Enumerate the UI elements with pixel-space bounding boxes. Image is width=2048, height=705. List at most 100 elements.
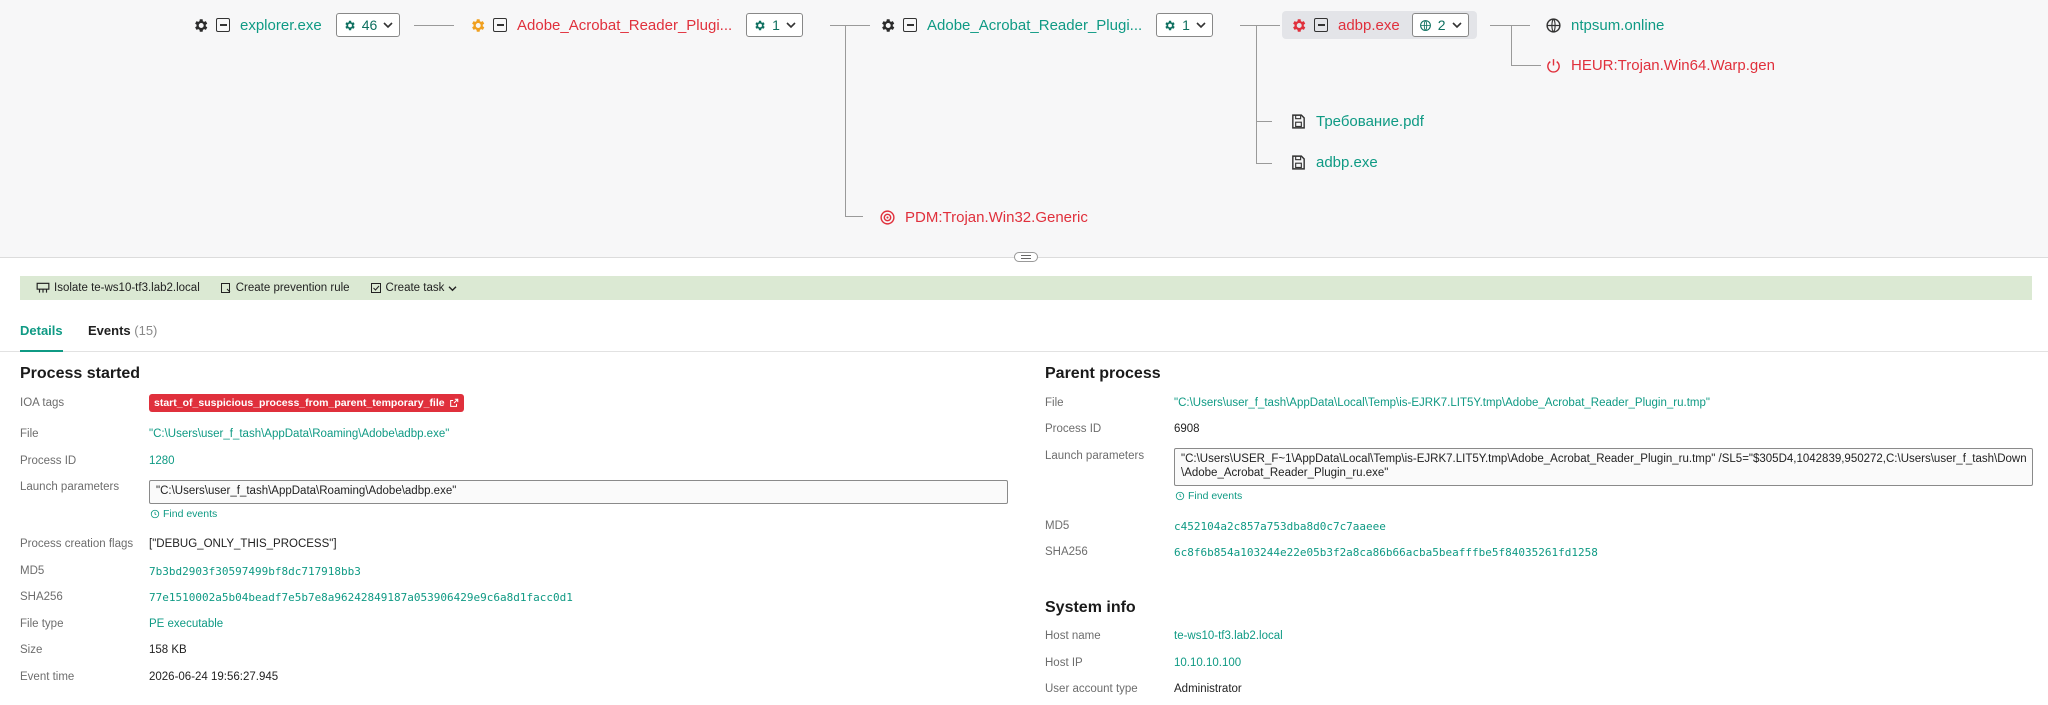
action-bar: Isolate te-ws10-tf3.lab2.local Create pr… xyxy=(20,276,2032,300)
clock-icon xyxy=(1175,491,1185,501)
gear-icon xyxy=(877,15,897,35)
tree-node-adobe-plugin-1[interactable]: Adobe_Acrobat_Reader_Plugi... 1 xyxy=(467,12,803,38)
host-name-value[interactable]: te-ws10-tf3.lab2.local xyxy=(1174,630,1283,642)
node-label[interactable]: adbp.exe xyxy=(1338,17,1400,34)
isolate-label: Isolate te-ws10-tf3.lab2.local xyxy=(54,282,200,294)
parent-launch-field[interactable]: "C:\Users\USER_F~1\AppData\Local\Temp\is… xyxy=(1174,448,2033,486)
find-events-link[interactable]: Find events xyxy=(150,508,217,520)
parent-find-events-link[interactable]: Find events xyxy=(1175,490,1242,502)
host-name-label: Host name xyxy=(1045,630,1101,642)
node-label[interactable]: ntpsum.online xyxy=(1571,17,1664,34)
tree-node-adbp-selected[interactable]: adbp.exe 2 xyxy=(1282,11,1477,39)
launch-parameters-field[interactable]: "C:\Users\user_f_tash\AppData\Roaming\Ad… xyxy=(149,480,1008,504)
parent-md5-label: MD5 xyxy=(1045,520,1070,532)
tab-events-label: Events xyxy=(88,323,131,338)
tab-details[interactable]: Details xyxy=(20,323,63,352)
tree-node-pdf[interactable]: Требование.pdf xyxy=(1288,108,1424,134)
gear-icon xyxy=(755,20,765,30)
parent-md5-value[interactable]: c452104a2c857a753dba8d0c7c7aaeee xyxy=(1174,520,1386,533)
ioa-tag-text: start_of_suspicious_process_from_parent_… xyxy=(154,397,445,409)
file-value[interactable]: "C:\Users\user_f_tash\AppData\Roaming\Ad… xyxy=(149,428,449,440)
gear-icon xyxy=(190,15,210,35)
file-type-label: File type xyxy=(20,618,64,630)
chevron-down-icon xyxy=(1451,22,1462,29)
creation-flags-label: Process creation flags xyxy=(20,538,134,550)
globe-icon xyxy=(1543,15,1563,35)
ioa-tags-label: IOA tags xyxy=(20,397,65,409)
tree-node-ntpsum[interactable]: ntpsum.online xyxy=(1543,12,1664,38)
sha256-label: SHA256 xyxy=(20,591,63,603)
node-label[interactable]: Adobe_Acrobat_Reader_Plugi... xyxy=(517,17,732,34)
target-icon xyxy=(877,207,897,227)
file-type-value[interactable]: PE executable xyxy=(149,618,223,630)
parent-pid-label: Process ID xyxy=(1045,423,1102,435)
rule-icon xyxy=(220,283,231,293)
parent-file-label: File xyxy=(1045,397,1064,409)
host-ip-label: Host IP xyxy=(1045,657,1083,669)
prevention-label: Create prevention rule xyxy=(235,282,350,294)
connector xyxy=(1511,25,1512,65)
node-label[interactable]: PDM:Trojan.Win32.Generic xyxy=(905,209,1088,226)
node-label[interactable]: Требование.pdf xyxy=(1316,113,1424,130)
checkbox-icon xyxy=(370,283,381,293)
event-time-value: 2026-06-24 19:56:27.945 xyxy=(149,671,279,683)
host-ip-value[interactable]: 10.10.10.100 xyxy=(1174,657,1241,669)
child-count-dropdown[interactable]: 1 xyxy=(1156,13,1213,37)
ioa-tag[interactable]: start_of_suspicious_process_from_parent_… xyxy=(149,394,464,412)
parent-file-value[interactable]: "C:\Users\user_f_tash\AppData\Local\Temp… xyxy=(1174,397,1710,409)
tree-node-pdm-trojan[interactable]: PDM:Trojan.Win32.Generic xyxy=(877,204,1088,230)
sha256-value[interactable]: 77e1510002a5b04beadf7e5b7e8a96242849187a… xyxy=(149,591,573,604)
account-type-value: Administrator xyxy=(1174,683,1242,695)
child-count-dropdown[interactable]: 46 xyxy=(335,13,401,37)
find-events-label: Find events xyxy=(163,508,218,520)
isolate-button[interactable]: Isolate te-ws10-tf3.lab2.local xyxy=(36,282,200,294)
chevron-down-icon xyxy=(383,22,393,29)
md5-value[interactable]: 7b3bd2903f30597499bf8dc717918bb3 xyxy=(149,565,361,578)
node-label[interactable]: HEUR:Trojan.Win64.Warp.gen xyxy=(1571,57,1775,74)
section-title: Parent process xyxy=(1045,365,1161,382)
count-value: 1 xyxy=(772,17,780,33)
process-id-value[interactable]: 1280 xyxy=(149,455,175,467)
tree-node-adbp-file[interactable]: adbp.exe xyxy=(1288,149,1378,175)
tab-events[interactable]: Events (15) xyxy=(88,323,157,352)
section-title: Process started xyxy=(20,365,141,382)
child-count-dropdown[interactable]: 1 xyxy=(746,13,803,37)
tree-node-heur-trojan[interactable]: HEUR:Trojan.Win64.Warp.gen xyxy=(1543,52,1775,78)
child-count-dropdown[interactable]: 2 xyxy=(1411,13,1469,37)
connector xyxy=(845,216,863,217)
parent-launch-label: Launch parameters xyxy=(1045,450,1145,462)
node-label[interactable]: Adobe_Acrobat_Reader_Plugi... xyxy=(927,17,1142,34)
parent-sha256-value[interactable]: 6c8f6b854a103244e22e05b3f2a8ca86b66acba5… xyxy=(1174,546,1598,559)
resize-handle[interactable] xyxy=(1014,252,1038,262)
collapse-icon[interactable] xyxy=(903,18,917,32)
node-label[interactable]: adbp.exe xyxy=(1316,154,1378,171)
count-value: 1 xyxy=(1182,17,1190,33)
create-prevention-rule-button[interactable]: Create prevention rule xyxy=(220,282,350,294)
external-link-icon xyxy=(449,398,458,407)
collapse-icon[interactable] xyxy=(493,18,507,32)
connector xyxy=(414,25,454,26)
file-save-icon xyxy=(1288,111,1308,131)
gear-icon xyxy=(1288,15,1308,35)
node-label[interactable]: explorer.exe xyxy=(240,17,322,34)
find-events-label: Find events xyxy=(1188,490,1243,502)
process-tree: explorer.exe 46 Adobe_Acrobat_Reader_Plu… xyxy=(0,0,2048,258)
globe-icon xyxy=(1419,19,1431,31)
creation-flags-value: ["DEBUG_ONLY_THIS_PROCESS"] xyxy=(149,538,337,550)
chevron-down-icon xyxy=(448,285,457,291)
parent-sha256-label: SHA256 xyxy=(1045,546,1088,558)
tree-node-adobe-plugin-2[interactable]: Adobe_Acrobat_Reader_Plugi... 1 xyxy=(877,12,1213,38)
parent-pid-value: 6908 xyxy=(1174,423,1200,435)
tree-node-explorer[interactable]: explorer.exe 46 xyxy=(190,12,401,38)
count-value: 2 xyxy=(1437,17,1446,33)
tab-bar: Details Events (15) xyxy=(0,318,2048,352)
collapse-icon[interactable] xyxy=(1314,18,1328,32)
power-icon xyxy=(1543,55,1563,75)
connector xyxy=(1511,65,1541,66)
collapse-icon[interactable] xyxy=(216,18,230,32)
connector xyxy=(1240,25,1280,26)
connector xyxy=(1490,25,1530,26)
gear-icon xyxy=(345,20,355,30)
size-value: 158 KB xyxy=(149,644,187,656)
create-task-button[interactable]: Create task xyxy=(370,282,458,294)
